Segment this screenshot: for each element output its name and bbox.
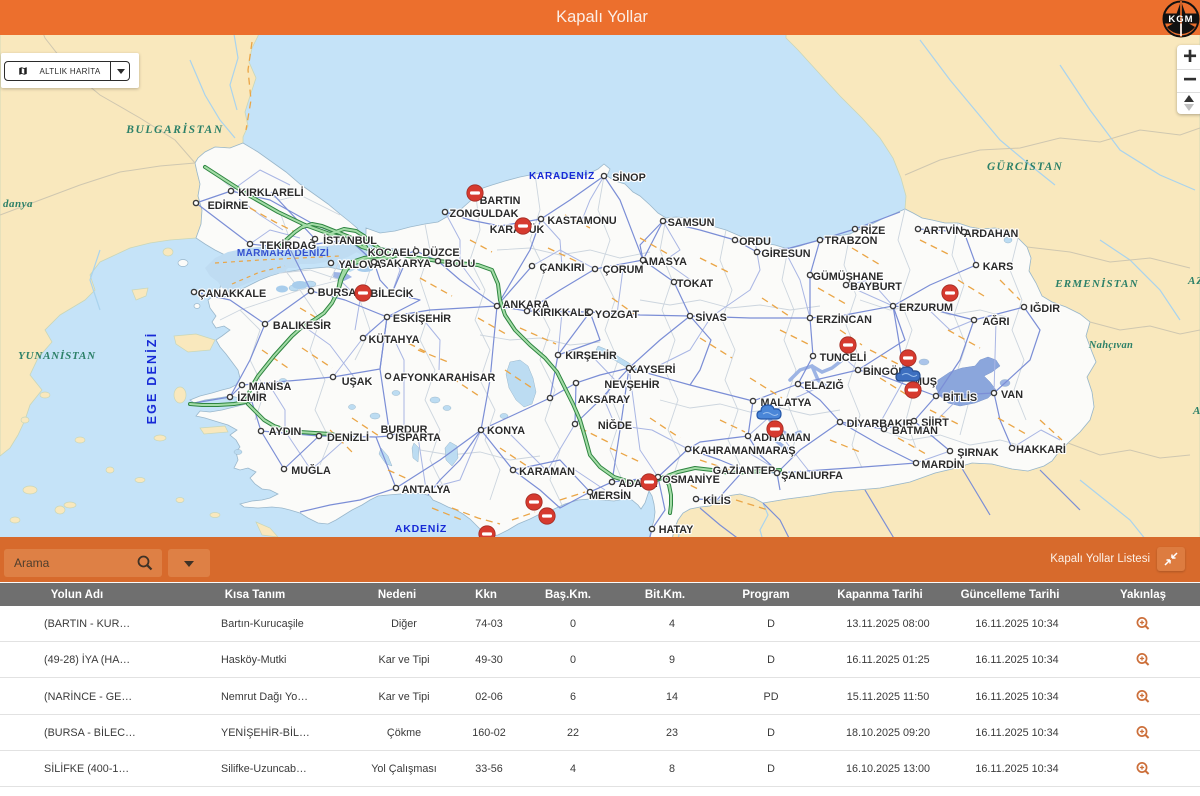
svg-text:ERZURUM: ERZURUM — [899, 302, 953, 314]
svg-text:BİTLİS: BİTLİS — [943, 391, 977, 404]
svg-text:ORDU: ORDU — [739, 236, 771, 248]
svg-text:SİNOP: SİNOP — [612, 171, 646, 184]
svg-text:SAMSUN: SAMSUN — [668, 217, 715, 229]
svg-text:ESKİŞEHİR: ESKİŞEHİR — [393, 312, 451, 325]
svg-text:ÇANKIRI: ÇANKIRI — [540, 262, 585, 274]
svg-text:KIRKLARELİ: KIRKLARELİ — [238, 186, 303, 199]
svg-text:HATAY: HATAY — [659, 524, 694, 536]
svg-text:AKDENİZ: AKDENİZ — [395, 522, 447, 535]
svg-text:MARDİN: MARDİN — [921, 458, 964, 471]
svg-text:EDİRNE: EDİRNE — [208, 199, 249, 212]
svg-text:BULGARİSTAN: BULGARİSTAN — [125, 122, 223, 136]
svg-text:YUNANİSTAN: YUNANİSTAN — [18, 350, 96, 362]
svg-text:KIRIKKALE: KIRIKKALE — [533, 307, 592, 319]
svg-text:AYDIN: AYDIN — [269, 426, 302, 438]
svg-text:ERMENİSTAN: ERMENİSTAN — [1054, 278, 1139, 290]
svg-text:KONYA: KONYA — [487, 425, 525, 437]
svg-text:ERZİNCAN: ERZİNCAN — [816, 313, 872, 326]
svg-text:Nahçıvan: Nahçıvan — [1088, 340, 1133, 351]
svg-text:MUĞLA: MUĞLA — [291, 464, 331, 477]
svg-text:İZMİR: İZMİR — [237, 391, 267, 404]
svg-text:ISPARTA: ISPARTA — [395, 432, 441, 444]
svg-text:BURSA: BURSA — [318, 287, 357, 299]
svg-text:KAHRAMANMARAŞ: KAHRAMANMARAŞ — [692, 445, 795, 457]
svg-text:DENİZLİ: DENİZLİ — [327, 431, 369, 444]
svg-text:ARDAHAN: ARDAHAN — [964, 228, 1019, 240]
svg-text:EGE DENİZİ: EGE DENİZİ — [144, 332, 159, 425]
svg-text:KAYSERİ: KAYSERİ — [628, 363, 675, 376]
svg-text:ELAZIĞ: ELAZIĞ — [804, 379, 844, 392]
svg-text:NİĞDE: NİĞDE — [598, 419, 632, 432]
svg-text:GİRESUN: GİRESUN — [761, 247, 810, 260]
svg-text:İSTANBUL: İSTANBUL — [323, 234, 377, 247]
svg-text:BOLU: BOLU — [445, 258, 476, 270]
svg-text:VAN: VAN — [1001, 389, 1023, 401]
svg-text:GAZİANTEP: GAZİANTEP — [713, 464, 775, 477]
svg-text:ANTALYA: ANTALYA — [402, 484, 451, 496]
svg-text:BİLECİK: BİLECİK — [370, 287, 413, 300]
svg-text:AMASYA: AMASYA — [641, 256, 687, 268]
svg-text:KARADENİZ: KARADENİZ — [529, 169, 595, 182]
svg-text:GÜRCİSTAN: GÜRCİSTAN — [987, 159, 1063, 173]
svg-text:A: A — [1192, 405, 1200, 417]
svg-text:HAKKARİ: HAKKARİ — [1016, 443, 1066, 456]
svg-text:ÇANAKKALE: ÇANAKKALE — [198, 288, 266, 300]
svg-text:KIRŞEHİR: KIRŞEHİR — [565, 349, 617, 362]
svg-text:BARTIN: BARTIN — [480, 195, 521, 207]
svg-text:KARAMAN: KARAMAN — [519, 466, 575, 478]
svg-text:KARS: KARS — [983, 261, 1014, 273]
svg-text:AFYONKARAHİSAR: AFYONKARAHİSAR — [393, 371, 496, 384]
svg-text:BATMAN: BATMAN — [892, 425, 938, 437]
svg-text:SAKARYA: SAKARYA — [379, 258, 431, 270]
svg-text:ÇORUM: ÇORUM — [603, 264, 644, 276]
svg-text:KİLİS: KİLİS — [703, 494, 731, 507]
svg-text:SİVAS: SİVAS — [695, 311, 727, 324]
svg-text:ZONGULDAK: ZONGULDAK — [450, 208, 519, 220]
svg-text:ŞIRNAK: ŞIRNAK — [957, 447, 999, 459]
svg-text:KÜTAHYA: KÜTAHYA — [369, 333, 420, 346]
svg-text:AZ: AZ — [1187, 275, 1200, 287]
svg-text:RİZE: RİZE — [861, 224, 886, 237]
svg-text:AKSARAY: AKSARAY — [578, 394, 631, 406]
svg-text:ŞANLIURFA: ŞANLIURFA — [781, 470, 843, 482]
svg-text:BAYBURT: BAYBURT — [850, 281, 902, 293]
svg-text:BALIKESİR: BALIKESİR — [273, 319, 331, 332]
svg-text:KGM: KGM — [1168, 14, 1193, 25]
svg-text:ARTVİN: ARTVİN — [923, 224, 963, 237]
svg-text:TUNCELİ: TUNCELİ — [820, 351, 867, 364]
svg-text:YOZGAT: YOZGAT — [595, 309, 640, 321]
svg-text:NEVŞEHİR: NEVŞEHİR — [604, 378, 659, 391]
svg-text:OSMANİYE: OSMANİYE — [662, 473, 720, 486]
svg-text:danya: danya — [3, 198, 33, 210]
svg-text:AĞRI: AĞRI — [983, 315, 1010, 328]
svg-text:IĞDIR: IĞDIR — [1030, 302, 1060, 315]
svg-text:TEKİRDAĞ: TEKİRDAĞ — [260, 239, 316, 252]
svg-text:MERSİN: MERSİN — [589, 489, 631, 502]
svg-text:UŞAK: UŞAK — [342, 376, 373, 388]
svg-text:TOKAT: TOKAT — [677, 278, 714, 290]
svg-text:KASTAMONU: KASTAMONU — [547, 215, 617, 227]
